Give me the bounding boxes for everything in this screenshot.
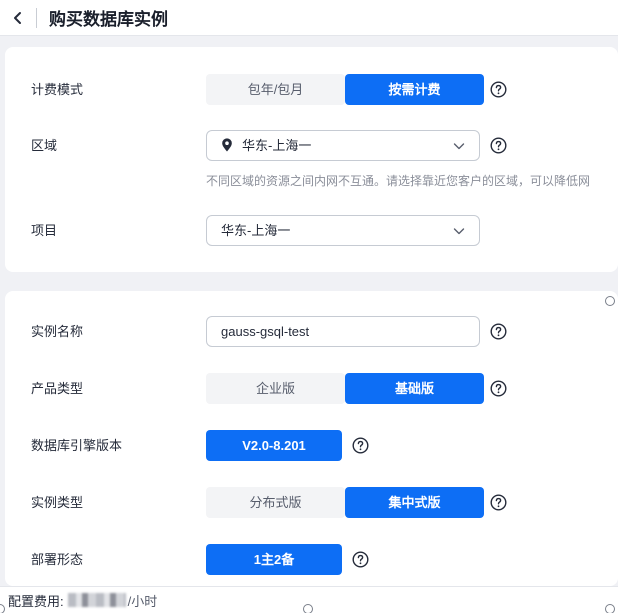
billing-option-pay-per-use[interactable]: 按需计费 [345,74,484,105]
instance-name-value: gauss-gsql-test [221,324,310,339]
chevron-down-icon [453,228,465,235]
fee-value-redacted [67,593,126,607]
page-title: 购买数据库实例 [49,10,168,29]
question-circle-icon[interactable] [490,380,507,397]
project-select-value: 华东-上海一 [221,223,291,238]
instance-type-centralized[interactable]: 集中式版 [345,487,484,518]
instance-name-label: 实例名称 [31,324,84,339]
project-select[interactable]: 华东-上海一 [206,215,480,246]
region-select-value: 华东-上海一 [242,138,312,153]
instance-type-label: 实例类型 [31,495,84,510]
billing-mode-row: 计费模式 包年/包月 按需计费 [5,74,618,106]
location-pin-icon [222,138,232,152]
question-circle-icon[interactable] [490,494,507,511]
region-config-card: 计费模式 包年/包月 按需计费 区域 华东-上海一 不同区域的资源之间内网不互通… [5,47,618,272]
project-row: 项目 华东-上海一 [5,215,618,247]
resize-handle[interactable] [605,604,615,613]
instance-name-row: 实例名称 gauss-gsql-test [5,316,618,348]
chevron-down-icon [453,143,465,150]
instance-name-input[interactable]: gauss-gsql-test [206,316,480,347]
product-type-enterprise[interactable]: 企业版 [206,373,345,404]
question-circle-icon[interactable] [352,551,369,568]
billing-mode-selector: 包年/包月 按需计费 [206,74,484,105]
question-circle-icon[interactable] [490,323,507,340]
product-type-label: 产品类型 [31,381,84,396]
product-type-selector: 企业版 基础版 [206,373,484,404]
fee-unit: /小时 [127,593,158,609]
instance-config-card: 实例名称 gauss-gsql-test 产品类型 企业版 基础版 数据库引擎版… [5,291,618,586]
instance-type-row: 实例类型 分布式版 集中式版 [5,487,618,519]
instance-type-distributed[interactable]: 分布式版 [206,487,345,518]
header-divider [36,7,37,28]
billing-mode-label: 计费模式 [31,82,84,97]
region-row: 区域 华东-上海一 [5,130,618,162]
deployment-button[interactable]: 1主2备 [206,544,342,575]
question-circle-icon[interactable] [352,437,369,454]
deployment-row: 部署形态 1主2备 [5,544,618,576]
engine-version-label: 数据库引擎版本 [31,438,123,453]
region-label: 区域 [31,138,58,153]
resize-handle[interactable] [303,604,313,613]
region-hint-text: 不同区域的资源之间内网不互通。请选择靠近您客户的区域，可以降低网 [206,174,591,188]
question-circle-icon[interactable] [490,137,507,154]
billing-option-yearly-monthly[interactable]: 包年/包月 [206,74,345,105]
page-header: 购买数据库实例 [0,0,618,36]
deployment-label: 部署形态 [31,552,84,567]
product-type-basic[interactable]: 基础版 [345,373,484,404]
project-label: 项目 [31,223,58,238]
instance-type-selector: 分布式版 集中式版 [206,487,484,518]
chevron-left-icon [14,11,21,24]
engine-version-button[interactable]: V2.0-8.201 [206,430,342,461]
question-circle-icon[interactable] [490,81,507,98]
product-type-row: 产品类型 企业版 基础版 [5,373,618,405]
region-select[interactable]: 华东-上海一 [206,130,480,161]
engine-version-row: 数据库引擎版本 V2.0-8.201 [5,430,618,462]
back-button[interactable] [0,0,36,36]
fee-label: 配置费用: [8,593,64,609]
resize-handle[interactable] [605,296,615,306]
